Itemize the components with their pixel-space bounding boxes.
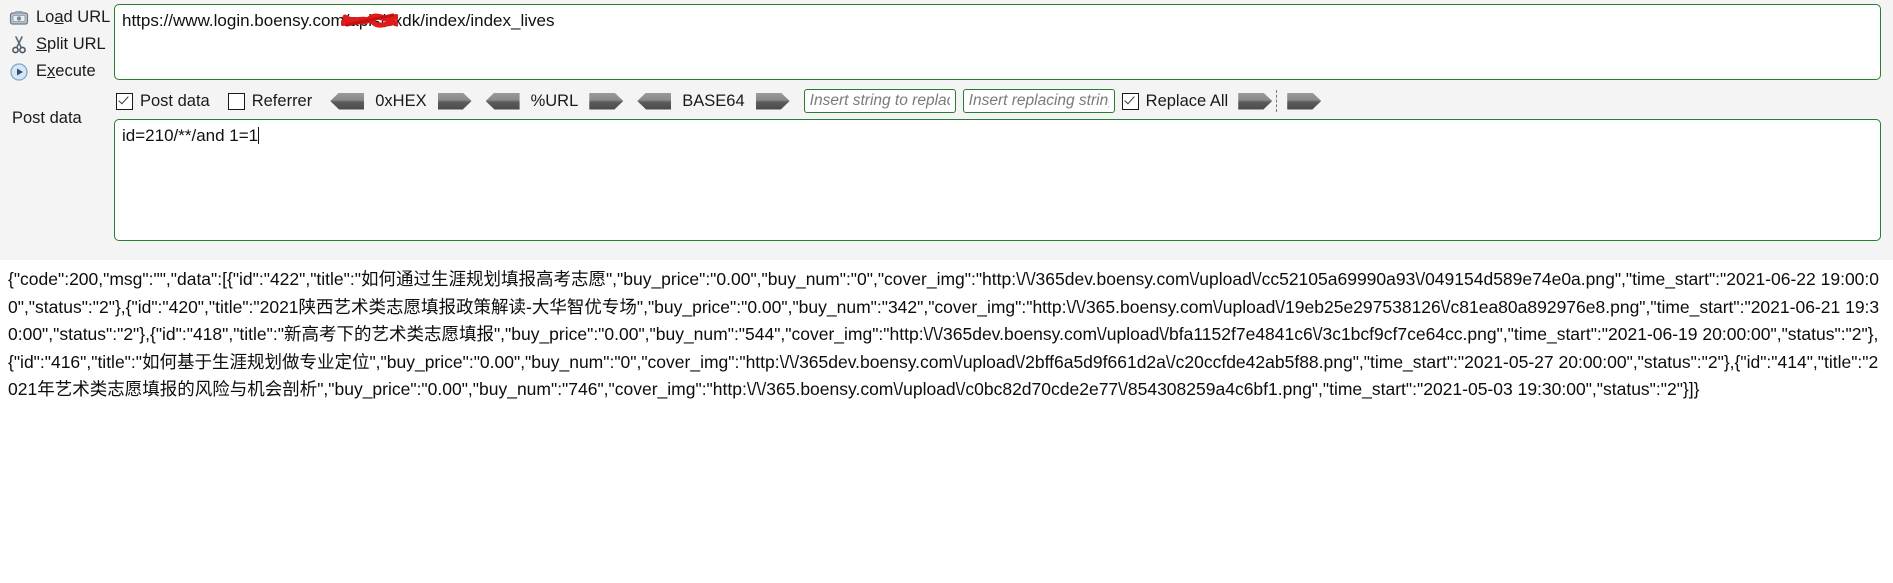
referrer-checkbox[interactable]: Referrer xyxy=(227,91,313,111)
referrer-checkbox-box xyxy=(227,92,245,110)
text-caret xyxy=(258,127,260,144)
hex-encode-button[interactable] xyxy=(437,92,472,110)
url-encoder-group: %URL xyxy=(485,91,624,111)
split-url-label: Split URL xyxy=(36,35,106,53)
load-url-label: Load URL xyxy=(36,8,111,26)
hackbar-panel: Load URL Split URL Execute Post data htt… xyxy=(0,0,1893,260)
replace-all-checkbox-box xyxy=(1121,92,1139,110)
hackbar-panel-body: Load URL Split URL Execute Post data htt… xyxy=(0,0,1893,260)
hex-encoder-group: 0xHEX xyxy=(330,91,472,111)
load-url-button[interactable]: Load URL xyxy=(0,4,114,31)
split-url-button[interactable]: Split URL xyxy=(0,31,114,58)
replace-string-input[interactable] xyxy=(962,89,1115,113)
replace-all-checkbox-label: Replace All xyxy=(1145,91,1229,110)
post-data-checkbox[interactable]: Post data xyxy=(116,92,210,111)
load-url-icon xyxy=(8,7,30,29)
url-input[interactable]: https://www.login.boensy.com/apis/sxdk/i… xyxy=(114,4,1881,80)
base64-encode-button[interactable] xyxy=(755,92,790,110)
post-data-checkbox-box xyxy=(116,92,133,110)
base64-encoder-group: BASE64 xyxy=(637,91,790,111)
url-decode-button[interactable] xyxy=(485,92,520,110)
replace-all-checkbox[interactable]: Replace All xyxy=(1121,91,1229,111)
referrer-checkbox-label: Referrer xyxy=(251,91,313,110)
url-encode-button[interactable] xyxy=(589,92,624,110)
toolbar-divider xyxy=(1276,90,1278,112)
scissors-icon xyxy=(8,34,30,56)
post-data-value: id=210/**/and 1=1 xyxy=(122,126,259,145)
response-output[interactable]: {"code":200,"msg":"","data":[{"id":"422"… xyxy=(0,260,1893,583)
replace-apply-button[interactable] xyxy=(1238,92,1273,110)
replace-extra-button[interactable] xyxy=(1287,92,1322,110)
content-column: https://www.login.boensy.com/apis/sxdk/i… xyxy=(114,0,1893,260)
post-data-checkbox-label: Post data xyxy=(140,91,210,110)
post-data-input[interactable]: id=210/**/and 1=1 xyxy=(114,119,1881,241)
encode-toolbar: Post data Referrer 0xHEX %URL BASE64 Ins… xyxy=(114,88,1881,114)
hex-encoder-label: 0xHEX xyxy=(375,91,427,110)
execute-icon xyxy=(8,61,30,83)
base64-encoder-label: BASE64 xyxy=(682,91,745,110)
url-encoder-label: %URL xyxy=(530,91,579,110)
search-string-input[interactable] xyxy=(803,89,956,113)
hex-decode-button[interactable] xyxy=(330,92,365,110)
base64-decode-button[interactable] xyxy=(637,92,672,110)
command-column: Load URL Split URL Execute Post data xyxy=(0,0,114,260)
post-data-side-label: Post data xyxy=(12,109,82,127)
execute-label: Execute xyxy=(36,62,96,80)
execute-button[interactable]: Execute xyxy=(0,58,114,85)
